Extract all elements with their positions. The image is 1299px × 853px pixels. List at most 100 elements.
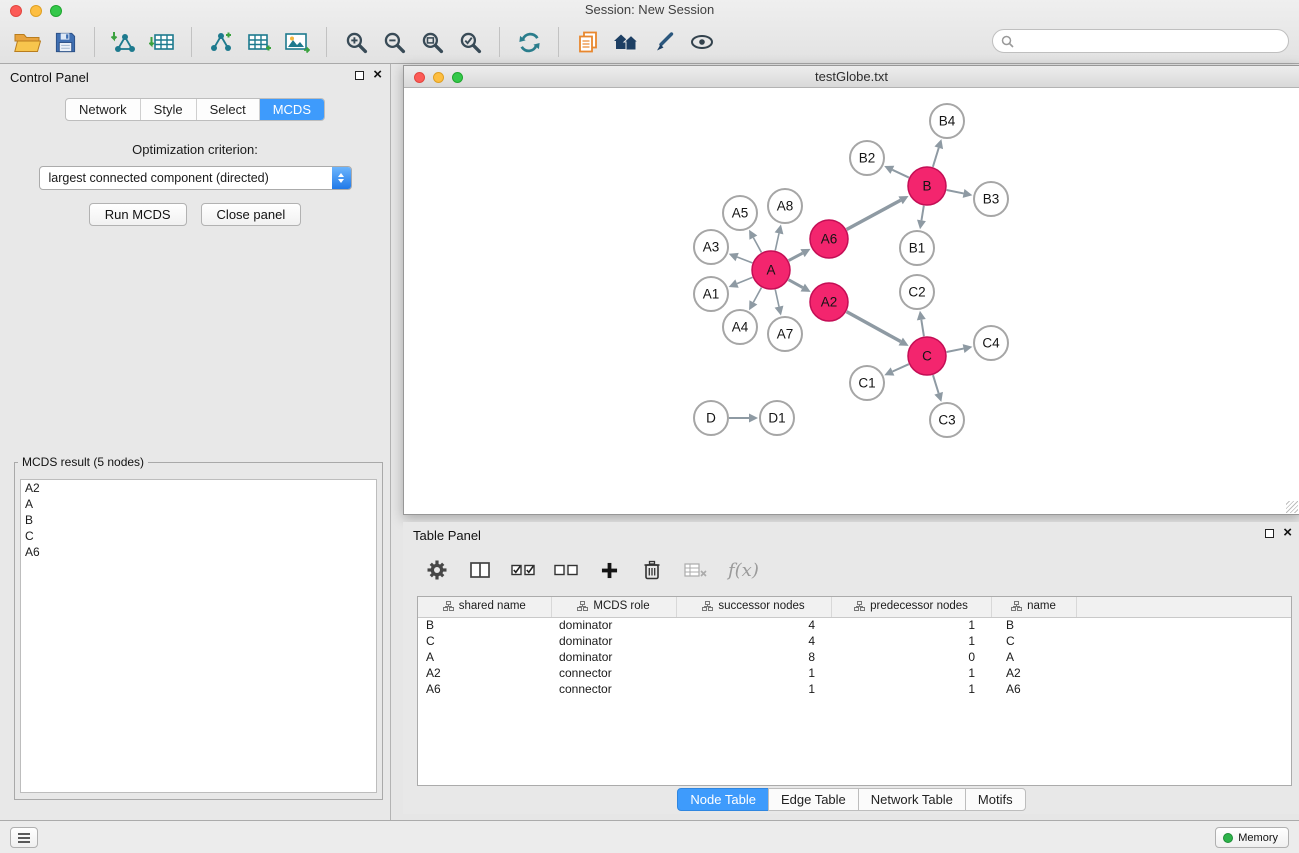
table-row[interactable]: A2connector11A2: [418, 665, 1292, 681]
cell-shared-name[interactable]: A2: [418, 665, 551, 681]
documents-button[interactable]: [569, 24, 607, 60]
cell-shared-name[interactable]: A: [418, 649, 551, 665]
graph-edge-A-A2[interactable]: [789, 280, 811, 292]
zoom-out-button[interactable]: [375, 24, 413, 60]
import-table-button[interactable]: [143, 24, 181, 60]
graph-edge-A-A8[interactable]: [775, 225, 784, 251]
import-network-button[interactable]: [105, 24, 143, 60]
task-history-button[interactable]: [10, 827, 38, 848]
network-close-button[interactable]: [414, 72, 425, 83]
cell-name[interactable]: B: [991, 617, 1076, 633]
table-panel-close-button[interactable]: ×: [1283, 526, 1292, 540]
network-minimize-button[interactable]: [433, 72, 444, 83]
graph-node-A7[interactable]: A7: [768, 317, 802, 351]
cell-predecessor-nodes[interactable]: 1: [831, 681, 991, 697]
cell-mcds-role[interactable]: connector: [551, 665, 676, 681]
memory-button[interactable]: Memory: [1215, 827, 1289, 848]
tab-edge-table[interactable]: Edge Table: [768, 788, 859, 811]
close-window-button[interactable]: [10, 5, 22, 17]
window-resize-grip[interactable]: [1286, 501, 1298, 513]
refresh-view-button[interactable]: [510, 24, 548, 60]
cell-successor-nodes[interactable]: 4: [676, 617, 831, 633]
graph-node-A4[interactable]: A4: [723, 310, 757, 344]
table-panel-float-button[interactable]: [1265, 529, 1274, 538]
graph-edge-A-A5[interactable]: [749, 230, 761, 253]
graph-node-B[interactable]: B: [908, 167, 946, 205]
cell-mcds-role[interactable]: dominator: [551, 633, 676, 649]
graph-node-A5[interactable]: A5: [723, 196, 757, 230]
cell-successor-nodes[interactable]: 8: [676, 649, 831, 665]
new-table-button[interactable]: [240, 24, 278, 60]
brush-button[interactable]: [645, 24, 683, 60]
eye-button[interactable]: [683, 24, 721, 60]
mcds-result-list[interactable]: A2ABCA6: [20, 479, 377, 793]
cell-predecessor-nodes[interactable]: 1: [831, 617, 991, 633]
tab-style[interactable]: Style: [141, 99, 197, 120]
run-mcds-button[interactable]: Run MCDS: [89, 203, 187, 226]
graph-edge-C-C1[interactable]: [884, 364, 908, 375]
create-column-button[interactable]: [595, 555, 623, 585]
table-row[interactable]: Cdominator41C: [418, 633, 1292, 649]
graph-edge-D-D1[interactable]: [729, 414, 758, 423]
function-builder-button[interactable]: f(x): [728, 560, 759, 581]
search-box[interactable]: [992, 29, 1289, 53]
graph-edge-C-C3[interactable]: [933, 375, 943, 402]
control-panel-close-button[interactable]: ×: [373, 68, 382, 82]
graph-edge-C-C4[interactable]: [947, 344, 973, 353]
optimization-criterion-select[interactable]: largest connected component (directed): [39, 166, 352, 190]
zoom-selected-button[interactable]: [451, 24, 489, 60]
zoom-window-button[interactable]: [50, 5, 62, 17]
graph-node-C2[interactable]: C2: [900, 275, 934, 309]
export-image-button[interactable]: [278, 24, 316, 60]
graph-edge-B-B4[interactable]: [933, 139, 943, 167]
graph-node-A[interactable]: A: [752, 251, 790, 289]
table-row[interactable]: A6connector11A6: [418, 681, 1292, 697]
graph-node-B3[interactable]: B3: [974, 182, 1008, 216]
graph-node-C4[interactable]: C4: [974, 326, 1008, 360]
new-network-button[interactable]: [202, 24, 240, 60]
mcds-result-item[interactable]: B: [21, 512, 376, 528]
column-header-name[interactable]: name: [991, 597, 1076, 617]
graph-node-A8[interactable]: A8: [768, 189, 802, 223]
network-canvas[interactable]: B4B2BB3A5A8A6B1A3AC2A1A2A4A7C4CC1DD1C3: [404, 88, 1299, 514]
graph-edge-A2-C[interactable]: [847, 312, 909, 346]
cell-shared-name[interactable]: A6: [418, 681, 551, 697]
mcds-result-item[interactable]: C: [21, 528, 376, 544]
graph-node-A3[interactable]: A3: [694, 230, 728, 264]
graph-edge-A-A3[interactable]: [729, 253, 753, 263]
cell-name[interactable]: C: [991, 633, 1076, 649]
search-input[interactable]: [1019, 34, 1280, 48]
graph-edge-A6-B[interactable]: [847, 196, 909, 229]
tab-mcds[interactable]: MCDS: [260, 99, 324, 120]
mcds-result-item[interactable]: A6: [21, 544, 376, 560]
graph-node-A2[interactable]: A2: [810, 283, 848, 321]
graph-edge-A-A7[interactable]: [775, 290, 784, 316]
table-row[interactable]: Adominator80A: [418, 649, 1292, 665]
delete-table-button[interactable]: [681, 555, 709, 585]
graph-node-A6[interactable]: A6: [810, 220, 848, 258]
houses-button[interactable]: [607, 24, 645, 60]
graph-node-D1[interactable]: D1: [760, 401, 794, 435]
table-row[interactable]: Bdominator41B: [418, 617, 1292, 633]
cell-successor-nodes[interactable]: 1: [676, 665, 831, 681]
column-header-successor-nodes[interactable]: successor nodes: [676, 597, 831, 617]
network-zoom-button[interactable]: [452, 72, 463, 83]
cell-mcds-role[interactable]: connector: [551, 681, 676, 697]
column-header-mcds-role[interactable]: MCDS role: [551, 597, 676, 617]
tab-node-table[interactable]: Node Table: [677, 788, 769, 811]
tab-motifs[interactable]: Motifs: [965, 788, 1026, 811]
select-all-button[interactable]: [509, 555, 537, 585]
cell-name[interactable]: A: [991, 649, 1076, 665]
tab-network-table[interactable]: Network Table: [858, 788, 966, 811]
cell-predecessor-nodes[interactable]: 1: [831, 665, 991, 681]
graph-node-C[interactable]: C: [908, 337, 946, 375]
column-header-shared-name[interactable]: shared name: [418, 597, 551, 617]
cell-name[interactable]: A2: [991, 665, 1076, 681]
cell-mcds-role[interactable]: dominator: [551, 649, 676, 665]
cell-name[interactable]: A6: [991, 681, 1076, 697]
cell-successor-nodes[interactable]: 4: [676, 633, 831, 649]
cell-successor-nodes[interactable]: 1: [676, 681, 831, 697]
table-settings-button[interactable]: [423, 555, 451, 585]
mcds-result-item[interactable]: A2: [21, 480, 376, 496]
graph-edge-B-B3[interactable]: [947, 189, 973, 198]
